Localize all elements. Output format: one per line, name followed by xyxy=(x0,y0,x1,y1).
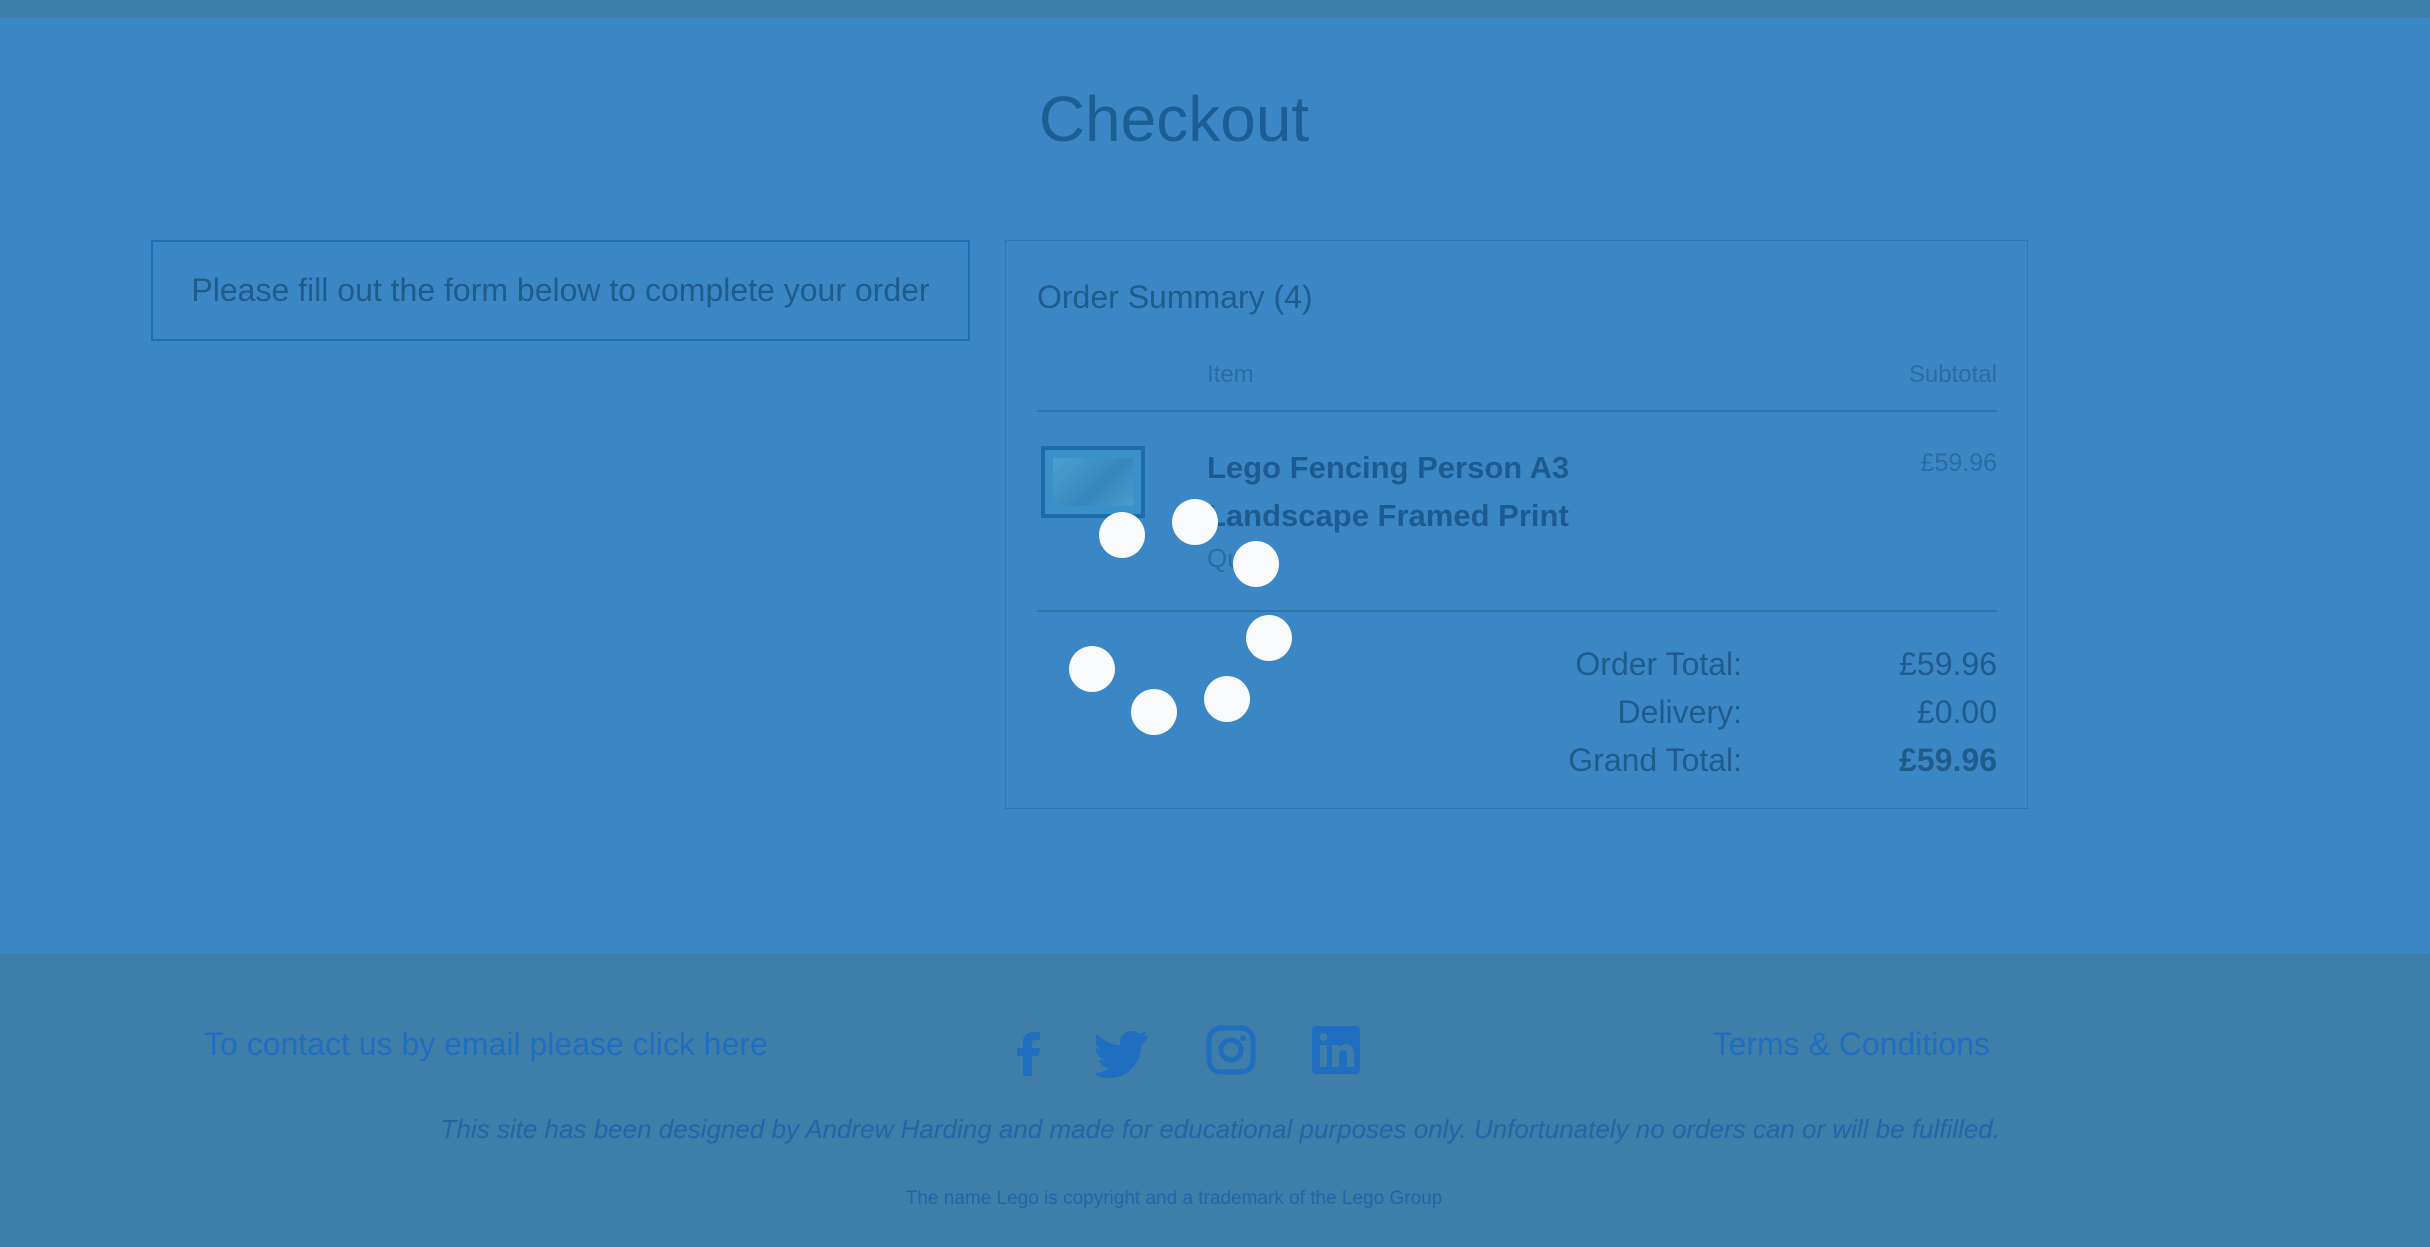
product-quantity: Qu xyxy=(1207,543,1242,573)
grand-total-row: Grand Total: £59.96 xyxy=(1006,742,2027,790)
linkedin-icon[interactable] xyxy=(1308,1022,1364,1078)
contact-email-link[interactable]: To contact us by email please click here xyxy=(204,1026,768,1063)
divider xyxy=(1037,610,1997,612)
totals-block: Order Total: £59.96 Delivery: £0.00 Gran… xyxy=(1006,646,2027,790)
product-subtotal: £59.96 xyxy=(1920,449,1997,477)
divider xyxy=(1037,410,1997,412)
delivery-value: £0.00 xyxy=(1916,694,1997,730)
disclaimer-text: This site has been designed by Andrew Ha… xyxy=(440,1114,2000,1144)
delivery-label: Delivery: xyxy=(1617,694,1742,730)
copyright-text: The name Lego is copyright and a tradema… xyxy=(905,1188,1443,1209)
product-image xyxy=(1053,458,1133,506)
site-footer: To contact us by email please click here… xyxy=(0,954,2430,1247)
instagram-icon[interactable] xyxy=(1203,1022,1259,1078)
order-summary-title: Order Summary (4) xyxy=(1037,279,1313,315)
product-name: Lego Fencing Person A3 Landscape Framed … xyxy=(1207,450,1570,533)
top-bar xyxy=(0,0,2430,18)
product-thumbnail xyxy=(1041,446,1145,518)
facebook-icon[interactable] xyxy=(1001,1022,1057,1078)
form-instructions: Please fill out the form below to comple… xyxy=(151,240,970,341)
order-total-value: £59.96 xyxy=(1899,646,1997,682)
order-total-label: Order Total: xyxy=(1575,646,1742,682)
subtotal-column-header: Subtotal xyxy=(1908,361,1997,388)
grand-total-value: £59.96 xyxy=(1899,742,1997,778)
terms-conditions-link[interactable]: Terms & Conditions xyxy=(1713,1026,1990,1063)
item-column-header: Item xyxy=(1207,361,1254,388)
delivery-row: Delivery: £0.00 xyxy=(1006,694,2027,742)
order-total-row: Order Total: £59.96 xyxy=(1006,646,2027,694)
grand-total-label: Grand Total: xyxy=(1568,742,1742,778)
order-summary: Order Summary (4) Item Subtotal Lego Fen… xyxy=(1005,240,2028,809)
twitter-icon[interactable] xyxy=(1092,1022,1152,1078)
page-title: Checkout xyxy=(1038,83,1310,155)
